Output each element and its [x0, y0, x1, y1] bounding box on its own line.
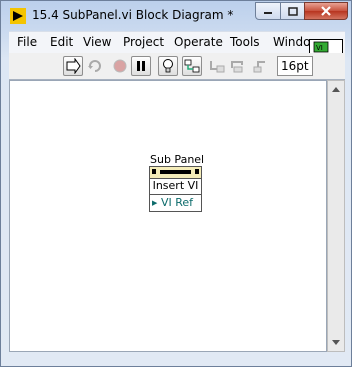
block-diagram-canvas[interactable]	[9, 80, 327, 352]
pause-button[interactable]	[131, 56, 151, 76]
maximize-button[interactable]	[280, 2, 305, 20]
menu-project[interactable]: Project	[123, 35, 164, 49]
toolbar: 16pt	[9, 53, 345, 80]
highlight-execution-button[interactable]	[158, 56, 178, 76]
run-arrow-icon	[66, 58, 81, 74]
abort-button[interactable]	[110, 56, 130, 76]
node-label: Sub Panel	[150, 153, 205, 166]
close-button[interactable]	[304, 2, 348, 20]
labview-app-icon[interactable]	[10, 8, 26, 24]
vertical-scrollbar[interactable]	[327, 80, 345, 352]
scroll-down-button[interactable]	[328, 335, 344, 351]
menu-operate[interactable]: Operate	[174, 35, 223, 49]
menu-edit[interactable]: Edit	[50, 35, 73, 49]
step-into-button[interactable]	[207, 56, 227, 76]
run-button[interactable]	[63, 56, 83, 76]
step-over-button[interactable]	[228, 56, 248, 76]
title-bar: 15.4 SubPanel.vi Block Diagram *	[1, 1, 351, 31]
step-out-button[interactable]	[250, 56, 270, 76]
scroll-up-button[interactable]	[328, 81, 344, 97]
run-continuously-icon	[88, 60, 101, 72]
menu-bar: File Edit View Project Operate Tools Win…	[9, 31, 345, 54]
retain-wire-values-button[interactable]	[182, 56, 202, 76]
close-icon	[321, 6, 331, 16]
menu-window[interactable]: Windo	[273, 35, 311, 49]
node-terminal[interactable]: ▶ VI Ref	[150, 195, 201, 211]
node-method: Insert VI	[150, 178, 201, 195]
step-over-icon	[231, 61, 243, 73]
minimize-icon	[264, 12, 272, 14]
minimize-button[interactable]	[255, 2, 281, 20]
svg-text:VI: VI	[316, 44, 323, 52]
chevron-down-icon	[332, 340, 340, 345]
step-into-icon	[210, 61, 225, 73]
window-frame: 15.4 SubPanel.vi Block Diagram * File Ed…	[0, 0, 352, 367]
pause-icon	[137, 61, 145, 71]
maximize-icon	[287, 6, 298, 16]
retain-wire-values-icon	[184, 59, 200, 73]
menu-file[interactable]: File	[17, 35, 37, 49]
invoke-node[interactable]: Insert VI ▶ VI Ref	[149, 166, 202, 212]
window-title: 15.4 SubPanel.vi Block Diagram *	[32, 8, 234, 22]
highlight-execution-icon	[163, 59, 173, 73]
node-terminal-label: VI Ref	[161, 196, 194, 209]
run-continuously-button[interactable]	[85, 56, 105, 76]
chevron-up-icon	[332, 87, 340, 92]
menu-tools[interactable]: Tools	[230, 35, 260, 49]
terminal-arrow-icon: ▶	[152, 199, 158, 207]
abort-icon	[113, 59, 127, 73]
node-class-icon	[152, 169, 199, 174]
text-settings-select[interactable]: 16pt	[277, 56, 313, 76]
step-out-icon	[253, 61, 265, 73]
menu-view[interactable]: View	[83, 35, 111, 49]
